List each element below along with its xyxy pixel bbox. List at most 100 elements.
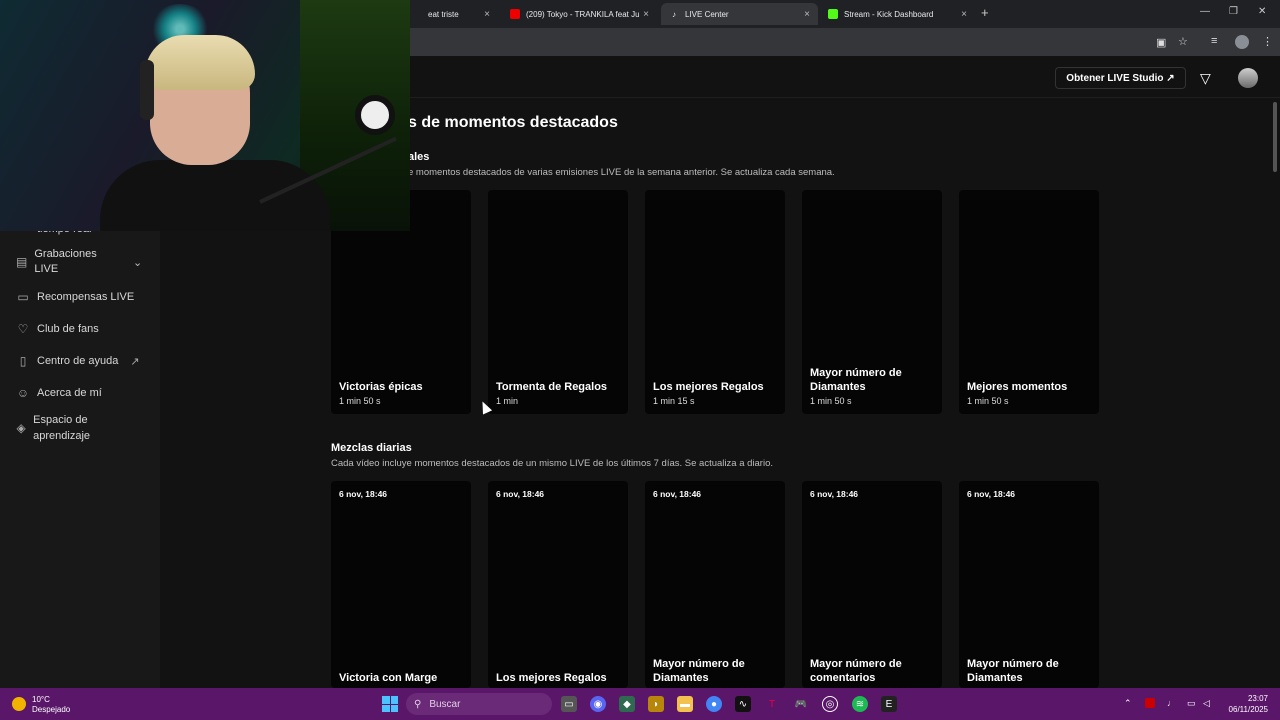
sidebar-item-label: Centro de ayuda [37, 355, 119, 367]
tab-title: (209) Tokyo - TRANKILA feat Ju [526, 9, 640, 19]
user-icon: ☺ [16, 386, 30, 400]
recordings-icon: ▤ [16, 255, 28, 269]
minimize-icon[interactable]: — [1200, 6, 1210, 17]
search-icon: ⚲ [414, 698, 422, 710]
tab-close-icon[interactable]: × [804, 9, 810, 20]
spotify-icon[interactable]: ≋ [852, 696, 868, 712]
browser-tab-1[interactable]: eat triste × [420, 3, 498, 25]
epic-games-icon[interactable]: E [881, 696, 897, 712]
search-placeholder: Buscar [429, 698, 461, 710]
highlight-card[interactable]: Tormenta de Regalos 1 min [488, 190, 628, 414]
tab-close-icon[interactable]: × [643, 9, 649, 20]
taskbar [0, 688, 1280, 720]
tray-app-icon[interactable] [1145, 698, 1155, 708]
highlight-card[interactable]: Mayor número de Diamantes 1 min 50 s [802, 190, 942, 414]
rewards-icon: ▭ [17, 290, 29, 304]
sidebar-item-label: Espacio de aprendizaje [33, 414, 91, 442]
filter-icon[interactable]: ▽ [1200, 70, 1211, 87]
cast-icon[interactable]: ▣ [1156, 36, 1166, 49]
card-date: 6 nov, 18:46 [810, 489, 859, 499]
daily-mix-card[interactable]: 6 nov, 18:46 Mayor número de comentarios [802, 481, 942, 688]
sidebar-item-learning-space[interactable]: ◈ Espacio de aprendizaje [16, 412, 116, 444]
highlight-card[interactable]: Los mejores Regalos 1 min 15 s [645, 190, 785, 414]
tab-title: eat triste [428, 9, 459, 19]
headset [140, 60, 154, 120]
card-title: Tormenta de Regalos [496, 381, 608, 393]
tab-title: Stream - Kick Dashboard [844, 9, 934, 19]
daily-mix-card[interactable]: 6 nov, 18:46 Victoria con Marge [331, 481, 471, 688]
daily-mix-card[interactable]: 6 nov, 18:46 Mayor número de Diamantes [645, 481, 785, 688]
task-view-icon[interactable]: ▭ [561, 696, 577, 712]
sidebar-item-label: Club de fans [37, 323, 99, 335]
close-window-icon[interactable]: ✕ [1258, 6, 1266, 17]
weather-text: 10°C Despejado [32, 695, 71, 714]
heart-icon: ♡ [17, 322, 29, 336]
taskbar-clock[interactable]: 23:07 06/11/2025 [1226, 693, 1268, 715]
sidebar-item-help-center[interactable]: ▯ Centro de ayuda ↗ [16, 354, 140, 368]
tab-title: LIVE Center [685, 9, 729, 19]
tray-chevron-icon[interactable]: ⌃ [1124, 698, 1132, 709]
display-icon[interactable]: ▭ [1187, 698, 1196, 709]
sidebar-item-about-me[interactable]: ☺ Acerca de mí [16, 386, 102, 400]
webcam-overlay [0, 0, 410, 231]
streamer-body [100, 160, 330, 231]
app-icon[interactable]: ◆ [619, 696, 635, 712]
youtube-icon [510, 9, 520, 19]
card-title: Mayor número de Diamantes [810, 367, 902, 393]
learning-icon: ◈ [16, 421, 26, 435]
weekly-section-heading: ales [408, 151, 430, 163]
profile-avatar-icon[interactable] [1235, 35, 1249, 49]
menu-icon[interactable]: ⋮ [1262, 35, 1273, 48]
browser-tab-3[interactable]: ♪ LIVE Center × [661, 3, 818, 25]
card-title: Victoria con Marge [339, 672, 438, 684]
streamer-hair [145, 35, 255, 90]
card-title: Mejores momentos [967, 381, 1068, 393]
tab-close-icon[interactable]: × [961, 9, 967, 20]
tiktok-icon: ♪ [672, 9, 676, 19]
sidebar-item-rewards[interactable]: ▭ Recompensas LIVE [16, 290, 134, 304]
daily-mix-card[interactable]: 6 nov, 18:46 Mayor número de Diamantes [959, 481, 1099, 688]
tiktok-live-studio-icon[interactable]: T [764, 696, 780, 712]
scrollbar[interactable] [1270, 98, 1280, 688]
new-tab-button[interactable]: + [981, 5, 989, 20]
restore-icon[interactable]: ❐ [1229, 6, 1238, 17]
daily-mix-card[interactable]: 6 nov, 18:46 Los mejores Regalos [488, 481, 628, 688]
card-duration: 1 min 50 s [810, 396, 852, 406]
folder-icon[interactable]: ▬ [677, 696, 693, 712]
card-title: Los mejores Regalos [653, 381, 764, 393]
game-icon[interactable]: ◗ [648, 696, 664, 712]
card-date: 6 nov, 18:46 [339, 489, 388, 499]
card-title: Mayor número de comentarios [810, 658, 902, 684]
tab-close-icon[interactable]: × [484, 9, 490, 20]
chrome-icon[interactable]: ● [706, 696, 722, 712]
discord-icon[interactable]: ◉ [590, 696, 606, 712]
browser-tab-2[interactable]: (209) Tokyo - TRANKILA feat Ju × [502, 3, 657, 25]
media-icon[interactable]: ≡ [1211, 35, 1217, 47]
card-title: Los mejores Regalos [496, 672, 607, 684]
external-link-icon: ↗ [130, 355, 140, 368]
card-duration: 1 min 50 s [967, 396, 1009, 406]
card-title: Mayor número de Diamantes [653, 658, 745, 684]
taskbar-search[interactable]: ⚲ Buscar [406, 693, 552, 715]
obs-icon[interactable]: ◎ [822, 696, 838, 712]
chevron-down-icon[interactable]: ⌄ [133, 256, 142, 269]
highlight-card[interactable]: Mejores momentos 1 min 50 s [959, 190, 1099, 414]
windows-start-icon[interactable] [382, 696, 398, 712]
browser-tab-4[interactable]: Stream - Kick Dashboard × [820, 3, 975, 25]
audio-app-icon[interactable]: ∿ [735, 696, 751, 712]
kick-icon [828, 9, 838, 19]
microphone-icon[interactable]: ♩ [1167, 698, 1176, 708]
scrollbar-thumb[interactable] [1273, 102, 1277, 172]
screen: eat triste × (209) Tokyo - TRANKILA feat… [0, 0, 1280, 720]
card-duration: 1 min 50 s [339, 396, 381, 406]
get-live-studio-button[interactable]: Obtener LIVE Studio ↗ [1055, 67, 1186, 89]
speaker-icon[interactable]: ◁ [1203, 698, 1210, 709]
sidebar-item-fan-club[interactable]: ♡ Club de fans [16, 322, 99, 336]
bookmark-star-icon[interactable]: ☆ [1178, 35, 1188, 48]
card-date: 6 nov, 18:46 [967, 489, 1016, 499]
user-avatar[interactable] [1238, 68, 1258, 88]
card-duration: 1 min 15 s [653, 396, 695, 406]
card-title: Victorias épicas [339, 381, 423, 393]
gamepad-icon[interactable]: 🎮 [793, 696, 809, 712]
sidebar-item-recordings[interactable]: ▤ Grabaciones LIVE [16, 247, 97, 277]
